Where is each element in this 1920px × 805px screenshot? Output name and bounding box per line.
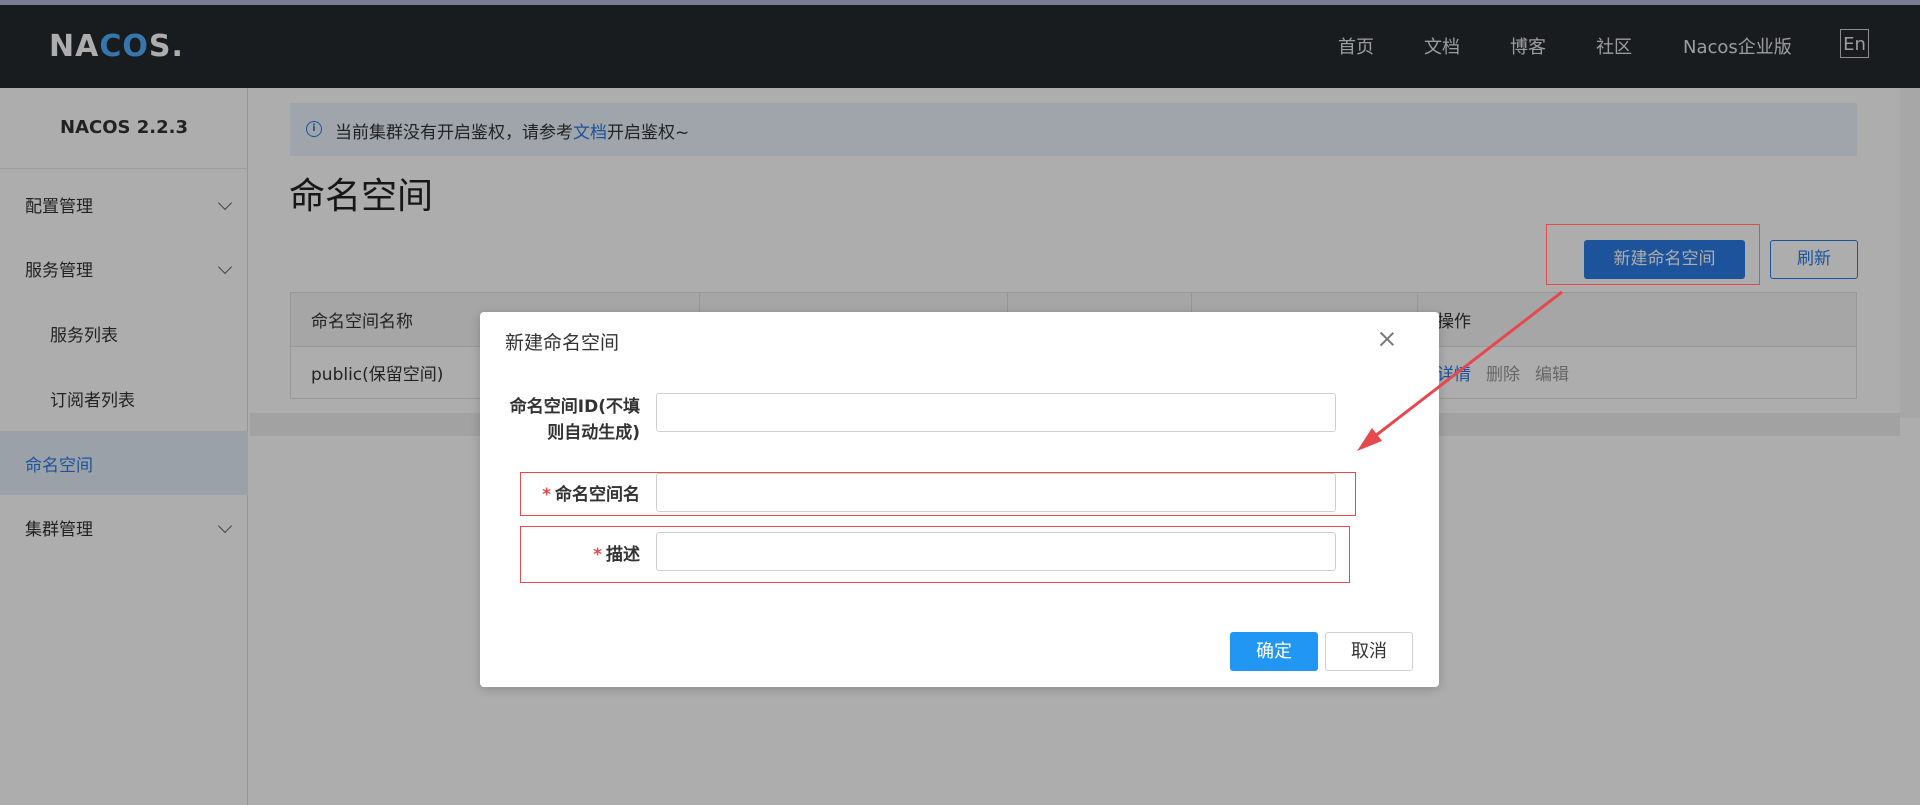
close-icon[interactable] [1378,330,1396,348]
namespace-name-label: * 命名空间名 [542,485,640,505]
namespace-id-label: 命名空间ID(不填 则自动生成) [509,397,640,443]
dialog-title: 新建命名空间 [505,332,620,354]
description-input[interactable] [656,532,1336,571]
new-namespace-dialog: 新建命名空间 命名空间ID(不填 则自动生成) * 命名空间名 * 描述 确定 取消 [480,312,1439,687]
cancel-button[interactable]: 取消 [1325,632,1413,671]
namespace-name-input[interactable] [656,473,1336,512]
confirm-button[interactable]: 确定 [1230,632,1318,671]
namespace-id-input[interactable] [656,393,1336,432]
highlight-box-new-button [1546,224,1760,285]
description-label: * 描述 [593,545,640,565]
